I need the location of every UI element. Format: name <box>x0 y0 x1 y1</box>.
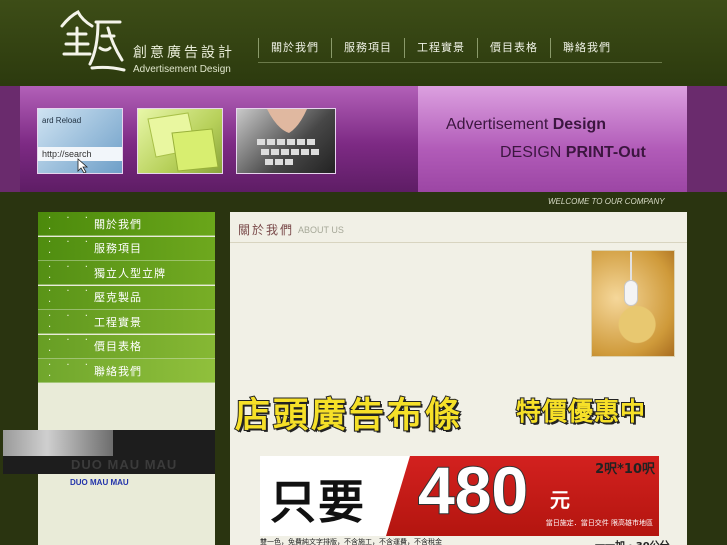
price-value: 480 <box>417 452 529 528</box>
bullet-dots: · · · · <box>48 261 94 284</box>
sidebar-item-services[interactable]: · · · · 服務項目 <box>38 236 215 261</box>
terms-note: 雙一色，免費純文字排版，不含施工，不含運費，不含稅金 <box>260 538 442 545</box>
svg-text:ard Reload: ard Reload <box>42 116 81 125</box>
bullet-dots: · · · · <box>48 212 94 235</box>
bullet-dots: · · · · <box>48 310 94 333</box>
sidebar-item-label: 壓克製品 <box>94 291 142 304</box>
sticky-notes-photo <box>137 108 223 174</box>
sidebar-item-label: 聯絡我們 <box>94 364 142 378</box>
nav-about[interactable]: 關於我們 <box>258 38 332 58</box>
sidebar-item-label: 工程實景 <box>94 315 142 329</box>
banner-size-label: 2呎*10呎 <box>595 462 655 477</box>
mouse-cord <box>630 252 632 280</box>
price-banner: 2呎*10呎 只要 480 元 當日施定．當日交件 限高雄市地區 <box>260 452 659 536</box>
size-note: 一一加 · 30公分 <box>595 537 670 545</box>
nav-pricing[interactable]: 價目表格 <box>478 38 551 58</box>
banner-text-panel <box>418 86 687 192</box>
marquee-caption-link[interactable]: DUO MAU MAU <box>70 478 129 487</box>
main-content: 關於我們 ABOUT US 店頭廣告布條 特價優惠中 2呎*10呎 只要 480… <box>230 212 687 545</box>
svg-text:http://search: http://search <box>42 149 92 159</box>
hero-banner: http://search ard Reload Advertisement D… <box>0 86 727 192</box>
page-title: 關於我們 <box>238 223 295 237</box>
banner-edge-left <box>0 86 20 192</box>
bullet-dots: · · · · <box>48 335 94 357</box>
browser-screenshot-photo: http://search ard Reload <box>37 108 123 174</box>
calligraphy-logo[interactable] <box>48 8 126 78</box>
top-navigation: 關於我們 服務項目 工程實景 價目表格 聯絡我們 <box>258 38 623 58</box>
sidebar-item-about[interactable]: · · · · 關於我們 <box>38 212 215 236</box>
brand-subtitle: Advertisement Design <box>133 64 231 75</box>
sidebar-item-acrylic[interactable]: · · · · 壓克製品 <box>38 285 215 310</box>
sidebar-item-label: 價目表格 <box>94 340 142 353</box>
sidebar-item-pricing[interactable]: · · · · 價目表格 <box>38 334 215 359</box>
sidebar-item-label: 獨立人型立牌 <box>94 266 166 280</box>
mouse-icon <box>624 280 638 306</box>
nav-contact[interactable]: 聯絡我們 <box>551 38 623 58</box>
nav-projects[interactable]: 工程實景 <box>405 38 478 58</box>
sidebar-item-standee[interactable]: · · · · 獨立人型立牌 <box>38 261 215 285</box>
promo-headline: 店頭廣告布條 <box>234 395 464 437</box>
brand-name: 創意廣告設計 <box>133 45 235 61</box>
page-title-english: ABOUT US <box>298 225 344 235</box>
sidebar: · · · · 關於我們 · · · · 服務項目 · · · · 獨立人型立牌… <box>38 212 215 545</box>
sidebar-item-projects[interactable]: · · · · 工程實景 <box>38 310 215 334</box>
banner-edge-right <box>687 86 727 192</box>
bullet-dots: · · · · <box>48 286 94 308</box>
sidebar-item-label: 關於我們 <box>94 217 142 231</box>
promo-tagline: 特價優惠中 <box>515 396 647 427</box>
marquee-text: DUO MAU MAU <box>71 457 178 472</box>
sidebar-item-label: 服務項目 <box>94 242 142 255</box>
nav-divider <box>258 62 662 63</box>
delivery-note: 當日施定．當日交件 限高雄市地區 <box>545 519 653 527</box>
sidebar-item-contact[interactable]: · · · · 聯絡我們 <box>38 359 215 383</box>
bullet-dots: · · · · <box>48 359 94 382</box>
scrolling-marquee[interactable]: DUO MAU MAU <box>3 430 215 474</box>
price-unit: 元 <box>550 488 570 512</box>
bullet-dots: · · · · <box>48 237 94 259</box>
keyboard-typing-photo <box>236 108 336 174</box>
banner-line-2: DESIGN PRINT-Out <box>500 144 646 161</box>
nav-services[interactable]: 服務項目 <box>332 38 405 58</box>
hands-image <box>3 430 113 456</box>
site-header: 創意廣告設計 Advertisement Design 關於我們 服務項目 工程… <box>0 0 727 86</box>
welcome-text: WELCOME TO OUR COMPANY <box>548 197 665 206</box>
only-label: 只要 <box>270 475 366 529</box>
banner-line-1: Advertisement Design <box>446 116 607 133</box>
title-divider <box>230 242 687 243</box>
